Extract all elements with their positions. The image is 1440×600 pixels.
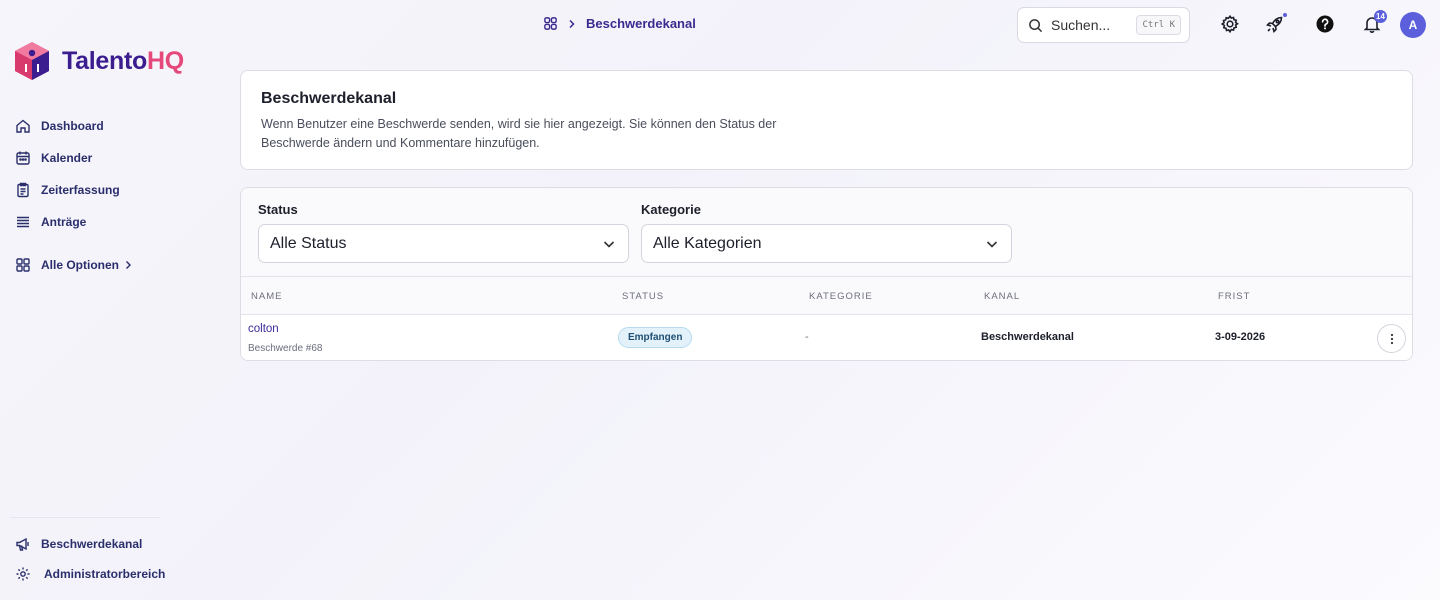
breadcrumb: Beschwerdekanal [543, 16, 696, 31]
sidebar-nav: Dashboard Kalender Zeiterfassung Anträge… [15, 110, 205, 281]
sidebar-item-label: Anträge [41, 215, 87, 229]
page-description: Wenn Benutzer eine Beschwerde senden, wi… [261, 117, 777, 150]
category-cell: - [805, 331, 809, 343]
search-input[interactable]: Suchen... Ctrl K [1017, 7, 1190, 43]
search-placeholder: Suchen... [1051, 17, 1111, 33]
status-select-value: Alle Status [270, 234, 347, 252]
help-icon[interactable] [1315, 14, 1335, 34]
chevron-right-icon [569, 19, 575, 28]
column-header-name[interactable]: NAME [251, 291, 282, 302]
category-filter-label: Kategorie [641, 202, 701, 217]
status-filter-label: Status [258, 202, 298, 217]
sidebar-item-label: Administratorbereich [44, 567, 166, 581]
column-header-channel[interactable]: KANAL [984, 291, 1020, 302]
sidebar-item-kalender[interactable]: Kalender [15, 142, 205, 174]
clipboard-icon [17, 182, 29, 198]
sidebar-item-dashboard[interactable]: Dashboard [15, 110, 205, 142]
gear-icon [16, 567, 30, 581]
rocket-icon[interactable] [1265, 14, 1285, 34]
breadcrumb-current[interactable]: Beschwerdekanal [586, 16, 696, 31]
status-select[interactable]: Alle Status [258, 224, 629, 263]
home-icon [16, 119, 30, 133]
more-vertical-icon [1390, 333, 1393, 344]
sidebar-divider [10, 517, 160, 518]
sidebar-item-label: Beschwerdekanal [41, 537, 143, 551]
notification-badge: 14 [1374, 10, 1387, 23]
list-icon [17, 216, 29, 228]
topbar: Beschwerdekanal Suchen... Ctrl K 14 A [0, 0, 1440, 50]
table-row[interactable]: colton Beschwerde #68 Empfangen - Beschw… [241, 315, 1412, 360]
sidebar-item-label: Kalender [41, 151, 93, 165]
brand-name: TalentoHQ [62, 46, 184, 75]
chevron-right-icon [126, 261, 131, 269]
sidebar-item-label: Zeiterfassung [41, 183, 120, 197]
sidebar-item-zeiterfassung[interactable]: Zeiterfassung [15, 174, 205, 206]
search-shortcut: Ctrl K [1136, 15, 1181, 35]
column-header-category[interactable]: KATEGORIE [809, 291, 873, 302]
sidebar-more-options[interactable]: Alle Optionen [15, 249, 205, 281]
sidebar-item-administratorbereich[interactable]: Administratorbereich [15, 559, 165, 589]
column-header-status[interactable]: STATUS [622, 291, 664, 302]
category-select-value: Alle Kategorien [653, 234, 762, 252]
intro-card: Beschwerdekanal Wenn Benutzer eine Besch… [240, 70, 1413, 170]
page-title: Beschwerdekanal [261, 90, 397, 107]
category-select[interactable]: Alle Kategorien [641, 224, 1012, 263]
grid-icon [16, 258, 30, 272]
table-header: NAME STATUS KATEGORIE KANAL FRIST [241, 277, 1412, 315]
channel-cell: Beschwerdekanal [981, 331, 1074, 343]
complaint-name-link[interactable]: colton [248, 323, 279, 335]
settings-gear-icon[interactable] [1220, 14, 1240, 34]
category-filter: Kategorie Alle Kategorien [641, 202, 1012, 263]
calendar-icon [16, 151, 30, 165]
sidebar-item-antraege[interactable]: Anträge [15, 206, 205, 238]
avatar[interactable]: A [1400, 12, 1426, 38]
grid-icon[interactable] [543, 16, 558, 31]
sidebar-item-beschwerdekanal[interactable]: Beschwerdekanal [15, 529, 165, 559]
status-badge: Empfangen [618, 327, 693, 348]
megaphone-icon [16, 537, 29, 551]
chevron-down-icon [603, 240, 615, 248]
search-icon [1029, 18, 1043, 32]
complaints-card: Status Alle Status Kategorie Alle Katego… [240, 187, 1413, 361]
sidebar: TalentoHQ Dashboard Kalender Zeiterfassu… [0, 0, 220, 600]
sidebar-item-label: Dashboard [41, 119, 104, 133]
complaint-id: Beschwerde #68 [248, 343, 323, 354]
sidebar-bottom-nav: Beschwerdekanal Administratorbereich [15, 529, 165, 589]
filter-bar: Status Alle Status Kategorie Alle Katego… [241, 188, 1412, 277]
sidebar-more-label: Alle Optionen [41, 258, 119, 272]
deadline-cell: 3-09-2026 [1215, 331, 1266, 343]
status-filter: Status Alle Status [258, 202, 629, 263]
column-header-deadline[interactable]: FRIST [1218, 291, 1250, 302]
rocket-dot [1283, 13, 1287, 17]
row-actions-button[interactable] [1377, 324, 1406, 353]
chevron-down-icon [986, 240, 998, 248]
